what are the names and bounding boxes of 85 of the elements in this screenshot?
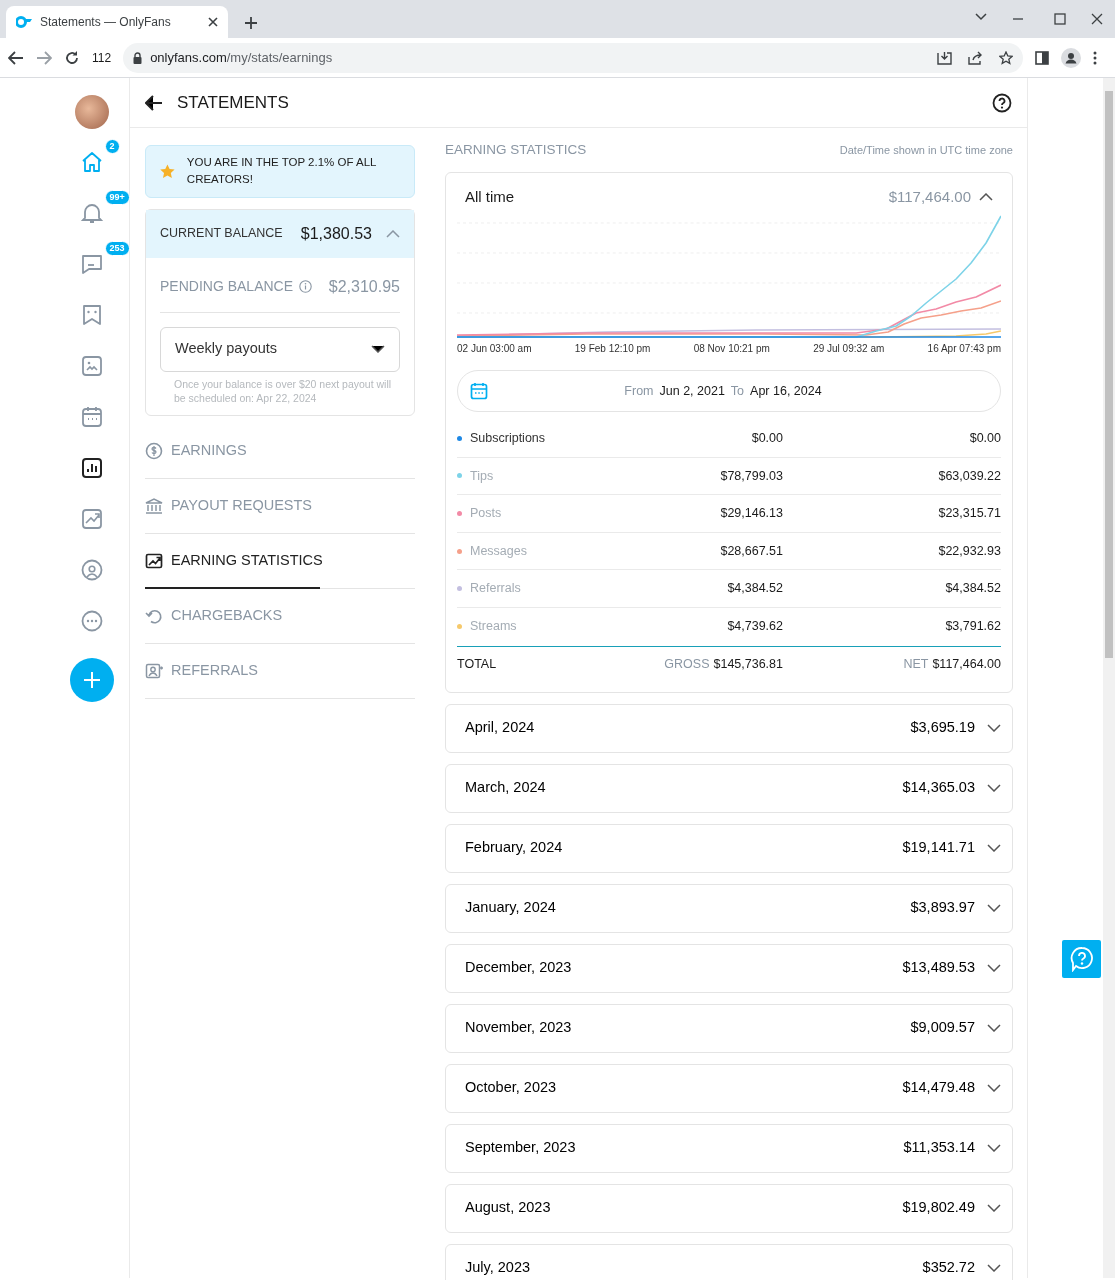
banner-text: YOU ARE IN THE TOP 2.1% OF ALL CREATORS! — [186, 155, 378, 188]
gross-amount: $29,146.13 — [719, 505, 783, 523]
dollar-circle-icon — [145, 441, 164, 460]
page-title: STATEMENTS — [177, 91, 289, 114]
axis-label: 08 Nov 10:21 pm — [693, 342, 770, 356]
gross-total: GROSS $145,736.81 — [663, 655, 783, 673]
month-row[interactable]: August, 2023 $19,802.49 — [445, 1183, 1013, 1233]
month-row[interactable]: November, 2023 $9,009.57 — [445, 1003, 1013, 1053]
section-heading: EARNING STATISTICS — [445, 140, 587, 159]
net-amount: $3,791.62 — [944, 618, 1001, 636]
site-logo-icon — [16, 16, 32, 28]
month-row[interactable]: July, 2023 $352.72 — [445, 1243, 1013, 1280]
axis-label: 02 Jun 03:00 am — [457, 342, 532, 356]
total-label: TOTAL — [457, 655, 498, 673]
net-total: NET $117,464.00 — [902, 655, 1001, 673]
menu-icon[interactable] — [1093, 50, 1098, 65]
download-icon[interactable] — [937, 50, 953, 65]
gross-amount: $78,799.03 — [719, 467, 783, 485]
line-chart-icon — [145, 551, 164, 570]
balance-amount: $1,380.53 — [300, 223, 372, 244]
extension-count: 112 — [92, 49, 112, 67]
menu-item[interactable]: EARNING STATISTICS — [145, 533, 415, 589]
month-row[interactable]: March, 2024 $14,365.03 — [445, 763, 1013, 813]
bank-icon — [145, 496, 164, 515]
axis-label: 29 Jul 09:32 am — [813, 342, 885, 356]
address-bar[interactable]: onlyfans.com/my/stats/earnings — [123, 42, 1024, 73]
help-button[interactable] — [1062, 940, 1101, 978]
help-icon — [1069, 946, 1094, 972]
timezone-note: Date/Time shown in UTC time zone — [839, 142, 1013, 158]
tab-title: Statements — OnlyFans — [40, 14, 172, 31]
pending-amount: $2,310.95 — [328, 276, 400, 297]
back-icon[interactable] — [8, 50, 24, 65]
month-row[interactable]: October, 2023 $14,479.48 — [445, 1063, 1013, 1113]
close-icon[interactable] — [208, 17, 218, 27]
month-row[interactable]: September, 2023 $11,353.14 — [445, 1123, 1013, 1173]
url-text: onlyfans.com/my/stats/earnings — [150, 48, 333, 67]
notification-count: 2 — [104, 139, 120, 154]
avatar[interactable] — [74, 95, 109, 129]
notification-count: 253 — [104, 241, 130, 256]
period-label: All time — [465, 186, 515, 207]
pending-label: PENDING BALANCE — [160, 277, 294, 296]
info-icon — [299, 280, 313, 293]
notification-count: 99+ — [104, 190, 130, 205]
side-panel-icon[interactable] — [1035, 50, 1050, 65]
add-button[interactable] — [69, 658, 114, 702]
axis-label: 19 Feb 12:10 pm — [574, 342, 651, 356]
gross-amount: $4,384.52 — [726, 580, 783, 598]
lock-icon — [133, 51, 143, 64]
scrollbar-thumb[interactable] — [1105, 91, 1113, 658]
person-card-icon — [145, 661, 164, 680]
gross-amount: $4,739.62 — [726, 618, 783, 636]
star-icon — [160, 162, 175, 180]
star-icon[interactable] — [999, 50, 1014, 65]
payout-note: Once your balance is over $20 next payout will be scheduled on: Apr 22, 2024 — [174, 376, 393, 405]
net-amount: $0.00 — [968, 429, 1001, 447]
share-icon[interactable] — [968, 50, 984, 65]
net-amount: $22,932.93 — [937, 542, 1001, 560]
help-icon[interactable] — [992, 92, 1012, 113]
net-amount: $4,384.52 — [944, 580, 1001, 598]
reload-icon[interactable] — [64, 49, 80, 66]
date-range-text: From Jun 2, 2021 To Apr 16, 2024 — [623, 382, 823, 400]
chevron-down-icon[interactable] — [975, 13, 987, 21]
close-icon[interactable] — [1091, 13, 1103, 25]
balance-label: CURRENT BALANCE — [160, 225, 283, 243]
balance-header[interactable]: CURRENT BALANCE $1,380.53 — [146, 209, 414, 258]
axis-label: 16 Apr 07:43 pm — [927, 342, 1001, 356]
payout-frequency-select[interactable]: Weekly payouts — [160, 326, 400, 372]
back-button[interactable] — [145, 94, 163, 111]
profile-icon[interactable] — [1061, 47, 1082, 68]
chevron-up-icon[interactable] — [979, 193, 993, 201]
calendar-icon — [470, 382, 488, 400]
month-row[interactable]: December, 2023 $13,489.53 — [445, 943, 1013, 993]
gross-amount: $28,667.51 — [719, 542, 783, 560]
month-row[interactable]: February, 2024 $19,141.71 — [445, 823, 1013, 873]
net-amount: $63,039.22 — [937, 467, 1001, 485]
gross-amount: $0.00 — [750, 429, 783, 447]
category-toggle[interactable]: Subscriptions — [457, 428, 603, 448]
forward-icon[interactable] — [36, 50, 52, 65]
new-tab-button[interactable] — [244, 16, 258, 30]
chevron-down-icon — [371, 345, 385, 353]
plus-icon — [82, 671, 101, 689]
month-row[interactable]: January, 2024 $3,893.97 — [445, 883, 1013, 933]
net-amount: $23,315.71 — [937, 505, 1001, 523]
period-total: $117,464.00 — [888, 186, 971, 207]
month-row[interactable]: April, 2024 $3,695.19 — [445, 703, 1013, 753]
